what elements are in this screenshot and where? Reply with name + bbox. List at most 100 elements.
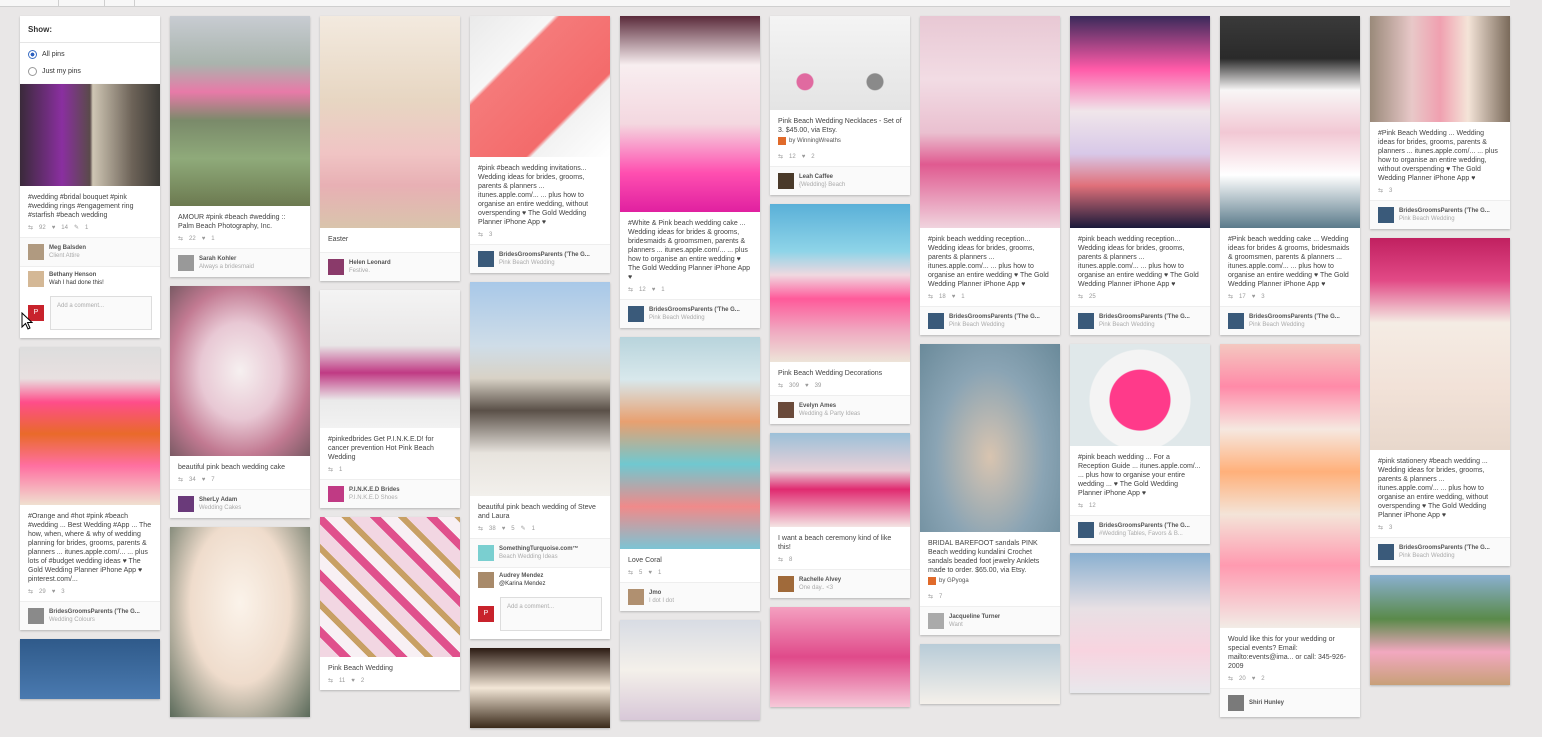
pin-attribution[interactable]: BridesGroomsParents ('The G... Pink Beach… (920, 306, 1060, 335)
board-name[interactable]: Wedding Cakes (199, 504, 241, 512)
board-name[interactable]: I dot I dot (649, 597, 674, 605)
pin-image[interactable] (920, 344, 1060, 532)
pin-image[interactable] (770, 607, 910, 707)
board-name[interactable]: Client Attire (49, 252, 86, 260)
pin-card[interactable]: Pink Beach Wedding Decorations ⇆ 309 ♥ 39 E… (770, 204, 910, 424)
pinner-name[interactable]: Evelyn Ames (799, 402, 860, 410)
radio-selected-icon[interactable] (28, 50, 37, 59)
pin-card[interactable] (620, 620, 760, 720)
avatar[interactable] (1078, 522, 1094, 538)
pin-image[interactable] (620, 337, 760, 549)
add-comment-input[interactable]: Add a comment... (50, 296, 152, 330)
pinner-name[interactable]: BridesGroomsParents ('The G... (1249, 313, 1340, 321)
pin-image[interactable] (1370, 575, 1510, 685)
pinner-name[interactable]: BridesGroomsParents ('The G... (49, 608, 140, 616)
pin-card[interactable] (20, 639, 160, 699)
add-comment-input[interactable]: Add a comment... (500, 597, 602, 631)
radio-unselected-icon[interactable] (28, 67, 37, 76)
pin-image[interactable] (770, 16, 910, 110)
avatar[interactable] (1378, 207, 1394, 223)
pin-image[interactable] (470, 16, 610, 157)
avatar[interactable] (28, 271, 44, 287)
pin-image[interactable] (1220, 16, 1360, 228)
pin-card[interactable]: #pink beach wedding reception... Wedding… (1070, 16, 1210, 335)
pin-card[interactable] (170, 527, 310, 717)
board-name[interactable]: Pink Beach Wedding (1249, 321, 1340, 329)
pin-image[interactable] (620, 16, 760, 212)
nav-tab[interactable] (58, 0, 105, 6)
pinner-name[interactable]: Rachelle Alvey (799, 576, 841, 584)
pin-attribution[interactable]: Rachelle Alvey One day.. <3 (770, 569, 910, 598)
board-name[interactable]: {Wedding} Beach (799, 181, 845, 189)
pin-image[interactable] (770, 433, 910, 527)
pinner-name[interactable]: Sarah Kohler (199, 255, 254, 263)
pin-card[interactable]: Easter Helen Leonard Festive. (320, 16, 460, 281)
board-name[interactable]: Wedding & Party Ideas (799, 410, 860, 418)
pin-attribution[interactable]: BridesGroomsParents ('The G... Pink Beach… (1370, 537, 1510, 566)
pin-image[interactable] (620, 620, 760, 720)
pin-card[interactable]: #White & Pink beach wedding cake ... Wed… (620, 16, 760, 328)
pinner-name[interactable]: P.I.N.K.E.D Brides (349, 486, 400, 494)
pin-image[interactable] (320, 290, 460, 428)
pin-source[interactable]: by WinningWreaths (770, 137, 910, 151)
avatar[interactable] (478, 251, 494, 267)
pin-card[interactable]: Pink Beach Wedding ⇆ 11 ♥ 2 (320, 517, 460, 690)
pin-attribution[interactable]: Meg Balsden Client Attire (20, 237, 160, 266)
pin-image[interactable] (470, 648, 610, 728)
pin-card[interactable]: beautiful pink beach wedding of Steve an… (470, 282, 610, 639)
pinner-name[interactable]: Helen Leonard (349, 259, 391, 267)
pinner-name[interactable]: BridesGroomsParents ('The G... (649, 306, 740, 314)
board-name[interactable]: Pink Beach Wedding (949, 321, 1040, 329)
pin-image[interactable] (1370, 238, 1510, 450)
avatar[interactable] (628, 589, 644, 605)
pinner-name[interactable]: Jmo (649, 589, 674, 597)
avatar[interactable] (778, 402, 794, 418)
board-name[interactable]: One day.. <3 (799, 584, 841, 592)
pinner-name[interactable]: Jacqueline Turner (949, 613, 1000, 621)
pin-image[interactable] (1070, 553, 1210, 693)
pin-image[interactable] (920, 16, 1060, 228)
pinner-name[interactable]: BridesGroomsParents ('The G... (1399, 544, 1490, 552)
pin-card[interactable]: #pink beach wedding reception... Wedding… (920, 16, 1060, 335)
pin-card[interactable] (770, 607, 910, 707)
avatar[interactable] (328, 259, 344, 275)
pin-image[interactable] (770, 204, 910, 362)
pin-attribution[interactable]: BridesGroomsParents ('The G... Pink Beach… (620, 299, 760, 328)
board-name[interactable]: Pink Beach Wedding (1399, 552, 1490, 560)
pin-card[interactable]: #pink stationery #beach wedding ... Wedd… (1370, 238, 1510, 566)
pinner-name[interactable]: Meg Balsden (49, 244, 86, 252)
pin-image[interactable] (170, 16, 310, 206)
avatar[interactable] (1228, 695, 1244, 711)
pin-card[interactable]: #pinkedbrides Get P.I.N.K.E.D! for cance… (320, 290, 460, 508)
pin-image[interactable] (1370, 16, 1510, 122)
board-name[interactable]: Wedding Colours (49, 616, 140, 624)
avatar[interactable] (478, 545, 494, 561)
pin-card[interactable] (1070, 553, 1210, 693)
pin-card[interactable]: #wedding #bridal bouquet #pink #wedding … (20, 84, 160, 338)
pin-attribution[interactable]: P.I.N.K.E.D Brides P.I.N.K.E.D Shoes (320, 479, 460, 508)
avatar[interactable] (928, 613, 944, 629)
board-name[interactable]: Pink Beach Wedding (499, 259, 590, 267)
avatar[interactable] (1378, 544, 1394, 560)
nav-tab[interactable] (0, 0, 59, 6)
pin-card[interactable]: Love Coral ⇆ 5 ♥ 1 Jmo I dot I dot (620, 337, 760, 611)
pin-card[interactable]: Would like this for your wedding or spec… (1220, 344, 1360, 717)
pin-attribution[interactable]: Helen Leonard Festive. (320, 252, 460, 281)
pin-image[interactable] (1070, 16, 1210, 228)
avatar[interactable] (28, 244, 44, 260)
pin-card[interactable]: beautiful pink beach wedding cake ⇆ 34 ♥ 7 … (170, 286, 310, 518)
pinner-name[interactable]: BridesGroomsParents ('The G... (1099, 522, 1190, 530)
commenter-name[interactable]: Bethany Henson (49, 271, 104, 279)
board-name[interactable]: P.I.N.K.E.D Shoes (349, 494, 400, 502)
pin-image[interactable] (1070, 344, 1210, 446)
filter-all-pins[interactable]: All pins (20, 43, 160, 63)
pin-card[interactable]: AMOUR #pink #beach #wedding :: Palm Beac… (170, 16, 310, 277)
pin-attribution[interactable]: BridesGroomsParents ('The G... Pink Beach… (470, 244, 610, 273)
avatar[interactable] (778, 173, 794, 189)
pin-image[interactable] (470, 282, 610, 496)
board-name[interactable]: Pink Beach Wedding (649, 314, 740, 322)
pin-card[interactable]: #pink beach wedding ... For a Reception … (1070, 344, 1210, 544)
avatar[interactable] (628, 306, 644, 322)
pin-attribution[interactable]: BridesGroomsParents ('The G... Pink Beach… (1070, 306, 1210, 335)
pin-card[interactable] (470, 648, 610, 728)
